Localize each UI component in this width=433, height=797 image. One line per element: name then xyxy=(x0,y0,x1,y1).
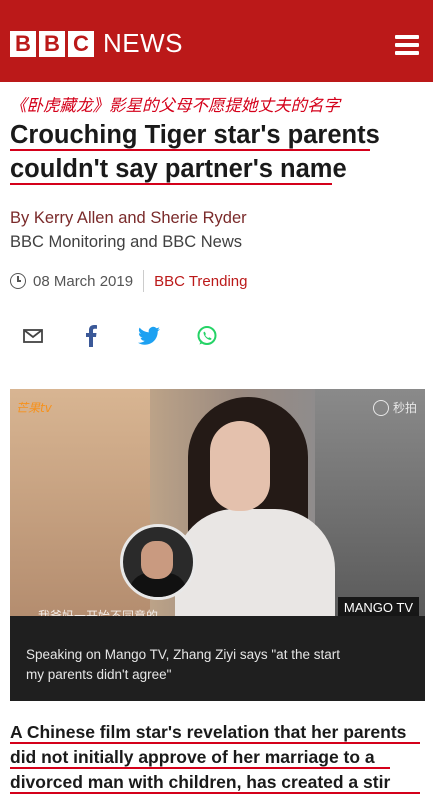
meta-divider xyxy=(143,270,145,292)
caption-line-1: Speaking on Mango TV, Zhang Ziyi says "a… xyxy=(26,647,340,662)
byline-authors: By Kerry Allen and Sherie Ryder xyxy=(10,209,247,227)
bbc-news-logo[interactable]: B B C NEWS xyxy=(10,28,183,59)
logo-letter-b2: B xyxy=(39,30,65,57)
watermark-left-text: 芒果tv xyxy=(16,401,52,415)
person-face xyxy=(210,421,270,511)
video-player[interactable]: 芒果tv 秒拍 我爸妈一开始不同意的 MANGO TV Speaking on … xyxy=(10,389,425,701)
mango-tv-watermark: 芒果tv xyxy=(16,399,52,416)
byline-source: BBC Monitoring and BBC News xyxy=(10,233,243,251)
inset-face xyxy=(141,541,173,579)
hamburger-menu-icon[interactable] xyxy=(395,35,419,55)
twitter-icon[interactable] xyxy=(138,325,160,347)
headline-line-1: Crouching Tiger star's parents xyxy=(10,121,380,149)
mango-tv-badge: MANGO TV xyxy=(337,597,419,616)
caption-line-2: my parents didn't agree" xyxy=(26,667,172,682)
article-headline: Crouching Tiger star's parents couldn't … xyxy=(10,118,430,186)
article-date: 08 March 2019 xyxy=(33,272,134,290)
video-subtitle: 我爸妈一开始不同意的 xyxy=(38,609,159,616)
clock-icon xyxy=(10,273,26,289)
byline: By Kerry Allen and Sherie Ryder BBC Moni… xyxy=(10,206,247,254)
bbc-news-header: B B C NEWS xyxy=(0,0,433,82)
logo-news-text: NEWS xyxy=(103,28,183,58)
chinese-title-annotation: 《卧虎藏龙》影星的父母不愿提她丈夫的名字 xyxy=(10,96,340,115)
video-still-image: 芒果tv 秒拍 我爸妈一开始不同意的 MANGO TV xyxy=(10,389,425,616)
email-icon[interactable] xyxy=(22,325,44,347)
intro-underline-1 xyxy=(10,742,420,744)
article-intro: A Chinese film star's revelation that he… xyxy=(10,720,430,795)
watermark-right-text: 秒拍 xyxy=(392,401,417,415)
intro-underline-2 xyxy=(10,767,390,769)
facebook-icon[interactable] xyxy=(80,325,102,347)
section-link-bbc-trending[interactable]: BBC Trending xyxy=(154,273,247,290)
video-caption: Speaking on Mango TV, Zhang Ziyi says "a… xyxy=(26,645,416,685)
miaopai-watermark: 秒拍 xyxy=(372,399,417,416)
headline-underline-2 xyxy=(10,183,332,185)
person-body xyxy=(175,509,335,616)
miaopai-logo-icon xyxy=(372,399,389,416)
headline-underline-1 xyxy=(10,149,370,151)
headline-line-2: couldn't say partner's name xyxy=(10,155,347,183)
whatsapp-icon[interactable] xyxy=(196,325,218,347)
logo-letter-c: C xyxy=(68,30,94,57)
intro-underline-3 xyxy=(10,792,420,794)
logo-letter-b1: B xyxy=(10,30,36,57)
article-meta: 08 March 2019 BBC Trending xyxy=(10,270,247,292)
share-bar xyxy=(22,325,254,347)
inset-portrait xyxy=(120,524,196,600)
